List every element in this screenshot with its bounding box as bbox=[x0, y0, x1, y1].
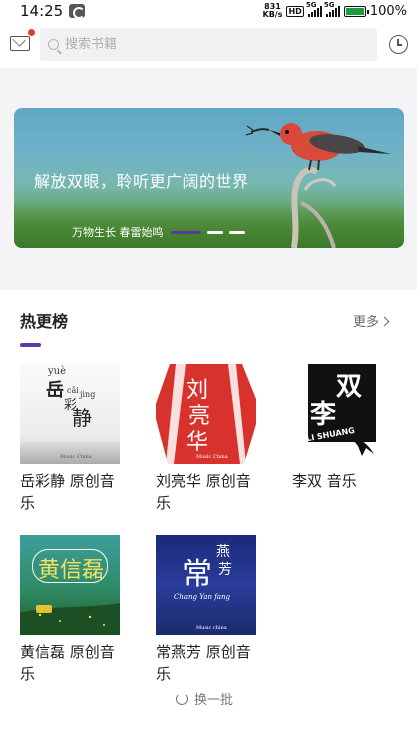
refresh-batch-button[interactable]: 换一批 bbox=[176, 689, 233, 708]
book-cover[interactable]: 黄 信 磊 bbox=[20, 535, 120, 635]
banner-area: 解放双眼，聆听更广阔的世界 万物生长 春雷始鸣 bbox=[0, 68, 417, 288]
search-bar[interactable] bbox=[40, 28, 377, 61]
history-icon[interactable] bbox=[389, 35, 408, 54]
carousel-dot-active bbox=[171, 231, 201, 234]
book-title[interactable]: 岳彩静 原创音乐 bbox=[20, 470, 125, 514]
header bbox=[0, 22, 417, 68]
book-card[interactable]: yuè 岳 cǎi 彩 jìng 静 Music China 岳彩静 原创音乐 bbox=[20, 364, 130, 514]
cover-bird bbox=[350, 436, 374, 456]
mail-icon[interactable] bbox=[10, 36, 30, 51]
signal-icon: 5G bbox=[306, 1, 322, 17]
book-card[interactable]: 常 燕 芳 Chang Yan fang Music china 常燕芳 原创音… bbox=[156, 535, 266, 685]
status-bar: 14:25 831 KB/s HD 5G 5G 100% bbox=[0, 0, 417, 22]
book-card[interactable]: 刘 亮 华 Music China 刘亮华 原创音乐 bbox=[156, 364, 266, 514]
battery-level: 100% bbox=[369, 3, 407, 19]
book-title[interactable]: 常燕芳 原创音乐 bbox=[156, 641, 261, 685]
section-title: 热更榜 bbox=[20, 312, 69, 331]
refresh-label: 换一批 bbox=[194, 693, 234, 708]
book-cover[interactable]: yuè 岳 cǎi 彩 jìng 静 Music China bbox=[20, 364, 120, 464]
carousel-dot bbox=[207, 231, 223, 234]
wrench-icon bbox=[69, 4, 86, 19]
book-title[interactable]: 李双 音乐 bbox=[292, 470, 397, 492]
more-link[interactable]: 更多 bbox=[353, 311, 390, 330]
book-cover[interactable]: 刘 亮 华 Music China bbox=[156, 364, 256, 464]
network-speed: 831 KB/s bbox=[262, 2, 283, 19]
more-label: 更多 bbox=[353, 315, 380, 330]
cover-title: 岳 bbox=[46, 380, 64, 401]
book-title[interactable]: 刘亮华 原创音乐 bbox=[156, 470, 261, 514]
cover-landscape bbox=[20, 603, 120, 635]
notification-dot bbox=[28, 29, 35, 36]
hot-list-section: 热更榜 更多 yuè 岳 cǎi 彩 jìng 静 Music China 岳彩… bbox=[0, 290, 417, 736]
section-title-underline bbox=[20, 343, 41, 347]
book-card[interactable]: 黄 信 磊 黄信磊 原创音乐 bbox=[20, 535, 130, 685]
search-input[interactable] bbox=[65, 37, 345, 52]
carousel-dot bbox=[229, 231, 245, 234]
book-cover[interactable]: 常 燕 芳 Chang Yan fang Music china bbox=[156, 535, 256, 635]
status-indicators: 831 KB/s HD 5G 5G 100% bbox=[262, 1, 408, 19]
battery-icon bbox=[343, 5, 369, 17]
banner-subtitle: 万物生长 春雷始鸣 bbox=[72, 226, 164, 239]
search-icon bbox=[48, 39, 59, 50]
signal-icon: 5G bbox=[324, 1, 340, 17]
status-time: 14:25 bbox=[20, 2, 64, 20]
cover-title: 常 bbox=[182, 557, 212, 592]
chevron-right-icon bbox=[379, 316, 390, 327]
carousel-indicator bbox=[171, 231, 245, 234]
banner-carousel[interactable]: 解放双眼，聆听更广阔的世界 万物生长 春雷始鸣 bbox=[14, 108, 404, 248]
book-cover[interactable]: 李 双 LI SHUANG bbox=[292, 364, 392, 464]
refresh-icon bbox=[176, 692, 188, 705]
book-title[interactable]: 黄信磊 原创音乐 bbox=[20, 641, 125, 685]
book-card[interactable]: 李 双 LI SHUANG 李双 音乐 bbox=[292, 364, 402, 492]
hd-badge: HD bbox=[286, 5, 304, 17]
bird-illustration bbox=[245, 123, 391, 248]
banner-title: 解放双眼，聆听更广阔的世界 bbox=[34, 172, 249, 191]
